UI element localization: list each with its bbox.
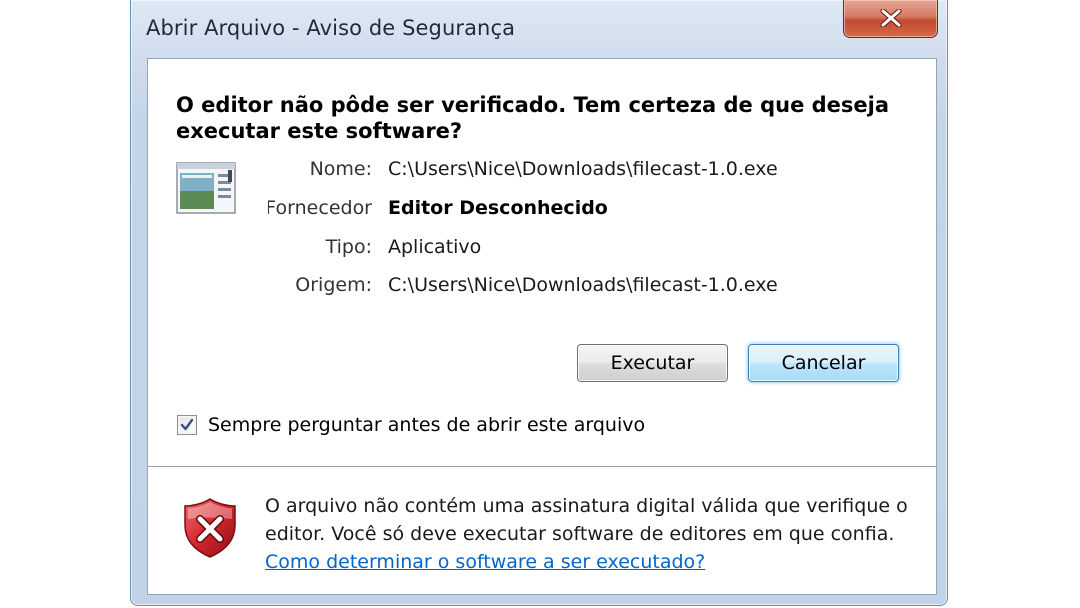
warning-text: O arquivo não contém uma assinatura digi… <box>265 495 908 545</box>
run-button[interactable]: Executar <box>577 344 728 382</box>
checkmark-icon <box>180 418 194 431</box>
field-value: C:\Users\Nice\Downloads\filecast-1.0.exe <box>388 274 778 296</box>
field-label: Origem: <box>295 274 372 296</box>
window-title: Abrir Arquivo - Aviso de Segurança <box>146 16 516 40</box>
close-button[interactable] <box>843 0 938 38</box>
security-shield-error-icon <box>182 497 238 563</box>
field-label: Tipo: <box>325 236 372 258</box>
warning-message: O arquivo não contém uma assinatura digi… <box>265 492 925 576</box>
field-label: Nome: <box>309 158 372 180</box>
title-bar[interactable]: Abrir Arquivo - Aviso de Segurança <box>131 0 947 58</box>
dialog-headline: O editor não pôde ser verificado. Tem ce… <box>176 93 890 143</box>
field-label: Fornecedor: <box>268 197 372 219</box>
always-ask-label[interactable]: Sempre perguntar antes de abrir este arq… <box>208 414 645 436</box>
field-value: Aplicativo <box>388 236 482 258</box>
always-ask-checkbox[interactable] <box>177 415 197 435</box>
dialog-content: O editor não pôde ser verificado. Tem ce… <box>147 58 937 595</box>
cancel-button[interactable]: Cancelar <box>748 344 899 382</box>
field-value: Editor Desconhecido <box>388 197 608 219</box>
help-link[interactable]: Como determinar o software a ser executa… <box>265 548 705 576</box>
section-divider <box>148 466 936 467</box>
close-x-icon <box>880 9 902 27</box>
field-value: C:\Users\Nice\Downloads\filecast-1.0.exe <box>388 158 778 180</box>
security-warning-dialog: Abrir Arquivo - Aviso de Segurança O edi… <box>130 0 948 606</box>
